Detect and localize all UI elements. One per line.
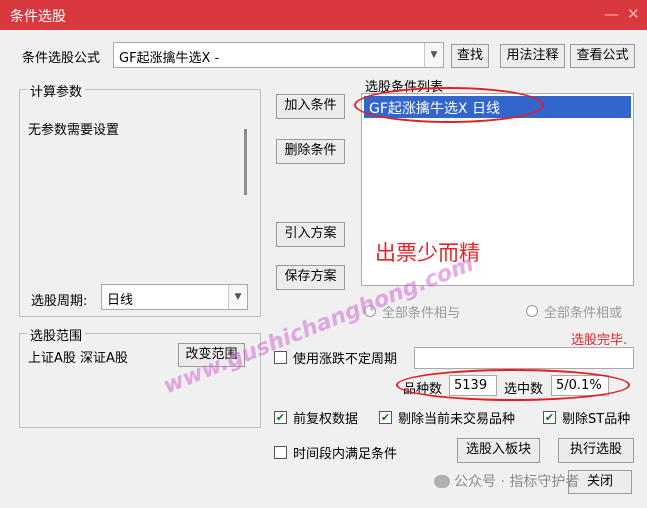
watermark-wechat: 公众号 · 指标守护者 [434,471,579,491]
exclude-st-checkbox[interactable]: ✔ [543,411,556,424]
save-plan-button[interactable]: 保存方案 [276,265,345,290]
title-bar: 条件选股 — ✕ [0,0,647,30]
status-text: 选股完毕. [571,333,628,348]
usage-notes-button[interactable]: 用法注释 [500,44,565,68]
formula-select[interactable]: GF起涨擒牛选X - ▼ [113,42,444,68]
chevron-down-icon[interactable]: ▼ [228,285,247,309]
exclude-st-label: 剔除ST品种 [562,412,631,427]
view-formula-button[interactable]: 查看公式 [570,44,635,68]
time-range-label: 时间段内满足条件 [293,447,398,462]
time-range-checkbox[interactable] [274,446,287,459]
formula-value: GF起涨擒牛选X - [119,51,220,66]
scope-value: 上证A股 深证A股 [28,351,128,366]
period-value: 日线 [107,293,134,308]
delete-condition-button[interactable]: 删除条件 [276,139,345,164]
count-highlight-oval [396,369,630,401]
window-title: 条件选股 [10,9,66,25]
add-condition-button[interactable]: 加入条件 [276,94,345,119]
formula-label: 条件选股公式 [22,51,101,66]
pre-adjust-checkbox[interactable]: ✔ [274,411,287,424]
exclude-untraded-label: 剔除当前未交易品种 [398,412,516,427]
watermark-wechat-text: 公众号 · 指标守护者 [454,474,580,490]
close-icon[interactable]: ✕ [627,5,640,23]
highlight-oval [354,87,544,123]
scope-legend: 选股范围 [27,325,86,344]
period-label: 选股周期: [31,294,88,309]
period-select[interactable]: 日线 ▼ [101,284,248,310]
find-button[interactable]: 查找 [451,44,489,68]
params-legend: 计算参数 [27,81,86,100]
minimize-icon[interactable]: — [604,5,619,23]
wechat-icon [434,475,450,488]
execute-button[interactable]: 执行选股 [558,438,634,463]
pre-adjust-label: 前复权数据 [293,412,359,427]
chevron-down-icon[interactable]: ▼ [424,43,443,67]
uncertain-period-input[interactable] [414,347,634,369]
import-plan-button[interactable]: 引入方案 [276,222,345,247]
or-label: 全部条件相或 [544,306,623,321]
params-scrollbar[interactable] [244,129,247,195]
exclude-untraded-checkbox[interactable]: ✔ [379,411,392,424]
uncertain-period-label: 使用涨跌不定周期 [293,352,398,367]
add-to-block-button[interactable]: 选股入板块 [457,438,540,463]
params-text: 无参数需要设置 [28,123,120,138]
or-radio[interactable] [526,305,538,317]
